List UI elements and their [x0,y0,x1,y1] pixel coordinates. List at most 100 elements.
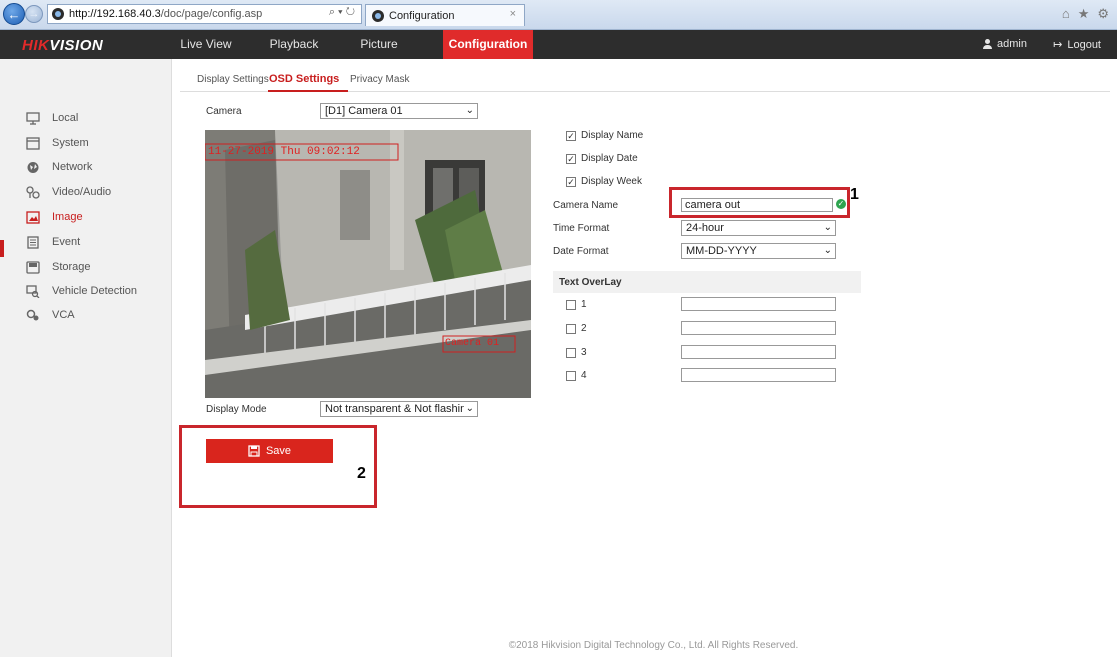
osd-video-preview[interactable]: 11-27-2019 Thu 09:02:12 Camera 01 [205,130,531,398]
copyright-footer: ©2018 Hikvision Digital Technology Co., … [508,640,799,651]
overlay-2-checkbox[interactable] [566,323,576,334]
overlay-row-1[interactable]: 1 [566,299,587,310]
display-mode-label: Display Mode [206,404,267,415]
overlay-4-input[interactable] [681,368,836,382]
sidebar-item-local[interactable]: Local [26,108,78,128]
app-root: ← → http://192.168.40.3/doc/page/config.… [0,0,1117,657]
active-tab-underline [268,90,348,92]
forward-arrow-icon[interactable]: → [25,5,43,23]
window-icon [26,136,40,150]
favorites-star-icon[interactable]: ★ [1078,6,1090,22]
sidebar-item-event[interactable]: Event [26,232,80,252]
monitor-icon [26,111,40,125]
display-name-option[interactable]: ✓ Display Name [566,130,643,141]
overlay-3-checkbox[interactable] [566,347,576,358]
time-format-label: Time Format [553,223,610,234]
sidebar-item-label: Local [52,112,79,124]
sidebar-item-label: Vehicle Detection [52,285,137,297]
chevron-down-icon: ⌄ [823,245,832,256]
address-path: /doc/page/config.asp [160,8,263,20]
display-name-label: Display Name [581,130,644,141]
browser-tab[interactable]: Configuration × [365,4,525,26]
overlay-2-input[interactable] [681,321,836,335]
chevron-down-icon: ⌄ [465,105,474,116]
logout-label: Logout [1067,38,1101,51]
tab-privacy-mask[interactable]: Privacy Mask [350,74,409,85]
display-week-option[interactable]: ✓ Display Week [566,176,642,187]
sidebar-item-label: System [52,137,89,149]
tab-close-icon[interactable]: × [510,8,516,20]
camera-scene-image [205,130,531,398]
overlay-4-label: 4 [581,370,587,381]
display-date-label: Display Date [581,153,638,164]
date-format-select[interactable]: MM-DD-YYYY ⌄ [681,243,836,259]
tab-display-settings[interactable]: Display Settings [197,74,269,85]
display-week-checkbox[interactable]: ✓ [566,176,576,187]
overlay-row-4[interactable]: 4 [566,370,587,381]
sidebar-item-storage[interactable]: Storage [26,257,91,277]
calendar-icon [27,235,39,249]
sidebar-item-video-audio[interactable]: Video/Audio [26,182,111,202]
sidebar-item-label: Event [52,236,81,248]
top-navigation: HIKVISION Live View Playback Picture Con… [0,30,1117,59]
hikvision-logo: HIKVISION [22,37,104,54]
display-date-option[interactable]: ✓ Display Date [566,153,638,164]
site-globe-icon [52,8,64,20]
annotation-box-camera-name [669,187,850,218]
vca-gear-icon [26,309,39,320]
vehicle-search-icon [26,284,40,298]
back-arrow-icon[interactable]: ← [3,3,25,25]
camera-label: Camera [206,106,242,117]
camera-select[interactable]: [D1] Camera 01 ⌄ [320,103,478,119]
settings-gear-icon[interactable]: ⚙ [1097,6,1109,22]
address-bar[interactable]: http://192.168.40.3/doc/page/config.asp … [47,4,362,24]
overlay-3-input[interactable] [681,345,836,359]
annotation-number-2: 2 [357,465,366,482]
overlay-3-label: 3 [581,347,587,358]
overlay-row-2[interactable]: 2 [566,323,587,334]
sidebar-item-label: Network [52,161,93,173]
display-mode-select[interactable]: Not transparent & Not flashing ⌄ [320,401,478,417]
osd-date-overlay: 11-27-2019 Thu 09:02:12 [208,146,360,158]
nav-configuration[interactable]: Configuration [443,30,533,59]
browser-menu-icons: ⌂ ★ ⚙ [1062,6,1109,22]
overlay-4-checkbox[interactable] [566,370,576,381]
overlay-row-3[interactable]: 3 [566,347,587,358]
tab-title: Configuration [389,9,455,22]
display-date-checkbox[interactable]: ✓ [566,153,576,164]
annotation-number-1: 1 [850,186,859,203]
address-search-refresh-icons[interactable]: ⌕ ▾ ↻ [329,6,355,19]
annotation-box-save [179,425,377,508]
sidebar-item-system[interactable]: System [26,133,89,153]
sub-tabs: Display Settings OSD Settings Privacy Ma… [180,70,1110,92]
sidebar-item-image[interactable]: Image [26,207,83,227]
sidebar-item-network[interactable]: Network [26,157,92,177]
sidebar-item-vca[interactable]: VCA [26,305,75,325]
overlay-1-checkbox[interactable] [566,299,576,310]
chevron-down-icon: ⌄ [823,222,832,233]
active-item-marker [0,240,4,257]
display-week-label: Display Week [581,176,642,187]
overlay-1-input[interactable] [681,297,836,311]
username: admin [997,38,1027,50]
image-icon [26,210,40,224]
time-format-select[interactable]: 24-hour ⌄ [681,220,836,236]
sidebar-item-label: Storage [52,261,91,273]
home-icon[interactable]: ⌂ [1062,6,1070,22]
tab-osd-settings[interactable]: OSD Settings [269,73,339,85]
display-mode-value: Not transparent & Not flashing [325,403,473,415]
logout-button[interactable]: ↦ Logout [1053,38,1101,52]
nav-live-view[interactable]: Live View [178,30,234,59]
overlay-2-label: 2 [581,323,587,334]
sidebar-item-vehicle-detection[interactable]: Vehicle Detection [26,281,137,301]
tab-favicon-icon [372,9,384,22]
nav-playback[interactable]: Playback [266,30,322,59]
display-name-checkbox[interactable]: ✓ [566,130,576,141]
sidebar-item-label: VCA [52,309,75,321]
nav-picture[interactable]: Picture [352,30,406,59]
time-format-value: 24-hour [686,222,724,234]
user-info: admin [983,38,1027,50]
storage-disk-icon [26,260,40,274]
globe-icon [27,161,39,173]
osd-name-overlay: Camera 01 [445,338,500,349]
